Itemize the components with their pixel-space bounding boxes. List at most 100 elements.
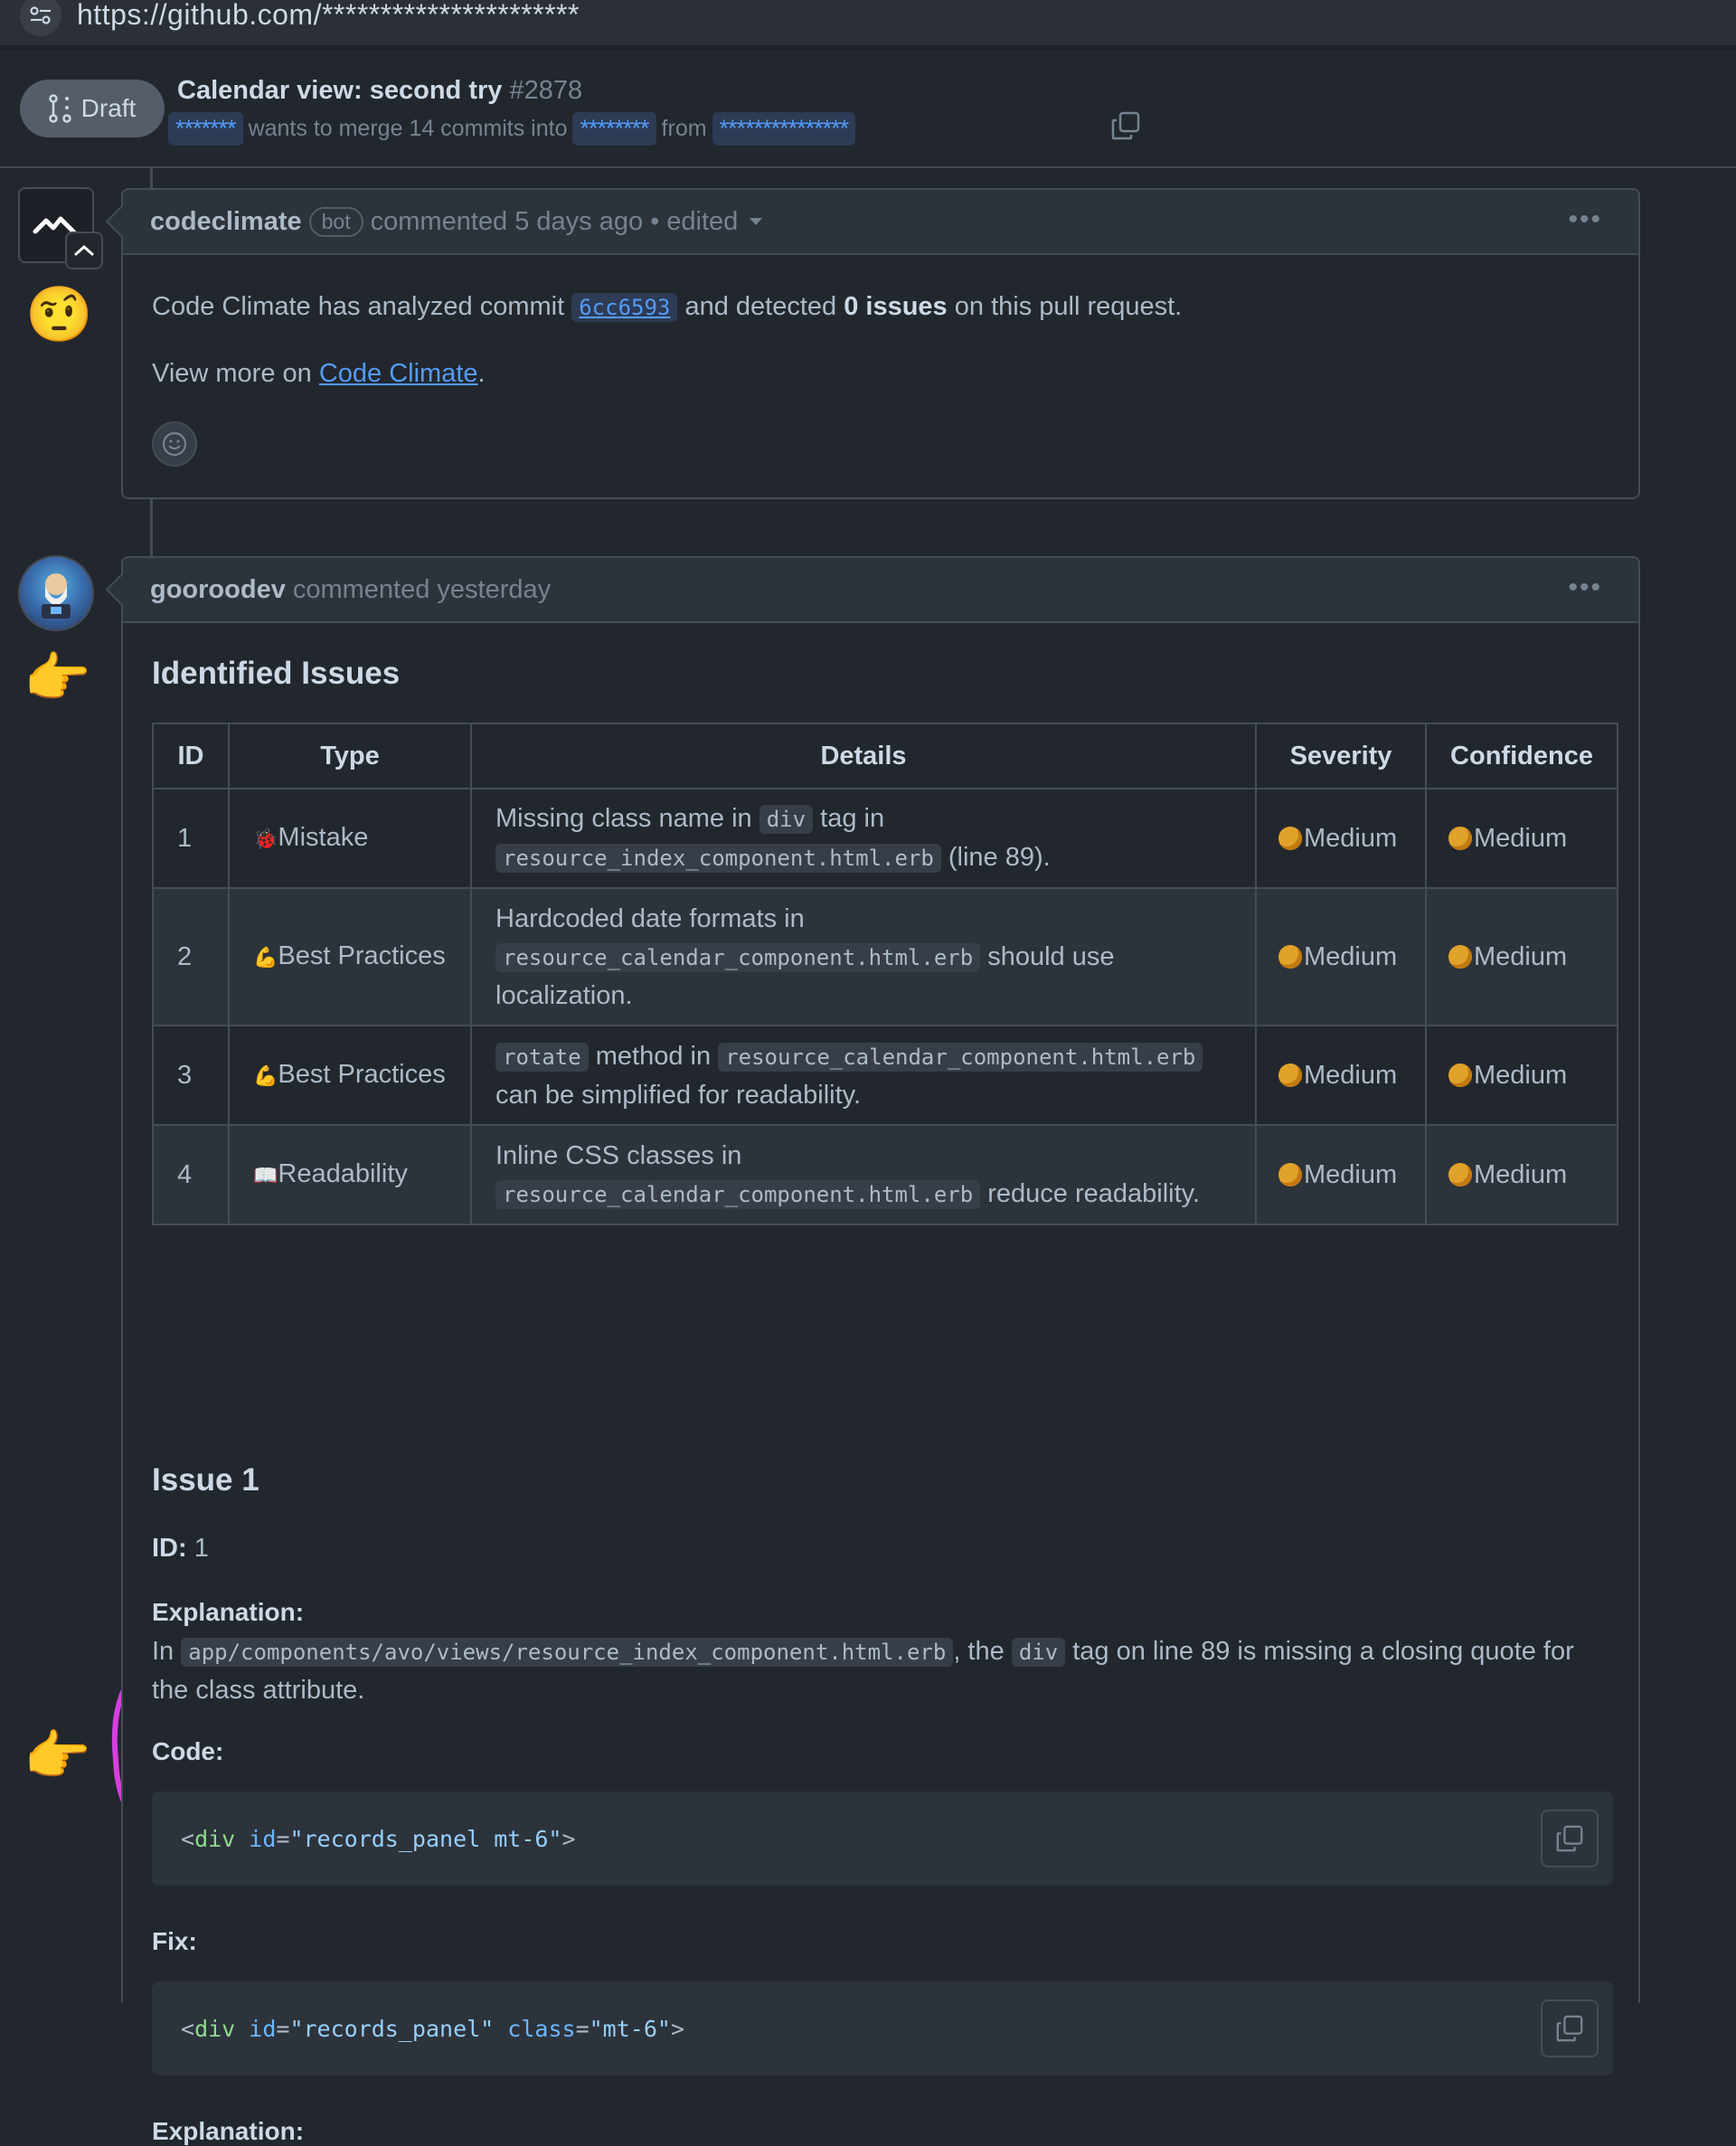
pointing-hand-emoji: 👉: [24, 648, 91, 708]
details-text: can be simplified for readability.: [495, 1080, 862, 1110]
smiley-icon: [162, 431, 187, 457]
severity-value: Medium: [1304, 942, 1398, 971]
orange-circle-icon: [1448, 945, 1472, 969]
site-settings-icon[interactable]: [20, 0, 61, 36]
comment-header: codeclimate bot commented 5 days ago • e…: [105, 190, 1638, 255]
inline-code: resource_calendar_component.html.erb: [718, 1042, 1203, 1072]
col-header-id: ID: [152, 723, 230, 789]
confidence-value: Medium: [1474, 1061, 1568, 1090]
cell-details: Missing class name in div tag in resourc…: [470, 788, 1257, 889]
issue-id-line: ID: 1: [152, 1529, 209, 1567]
pr-number: #2878: [509, 76, 583, 105]
details-text: tag in: [813, 804, 885, 833]
cell-confidence: Medium: [1425, 1124, 1618, 1225]
timeline-line: [150, 168, 153, 190]
comment-codeclimate: codeclimate bot commented 5 days ago • e…: [105, 188, 1640, 499]
fix-label: Fix:: [152, 1927, 197, 1955]
comment-body-line2: View more on Code Climate.: [152, 355, 486, 392]
kebab-menu-icon[interactable]: •••: [1568, 572, 1602, 603]
cell-id: 1: [152, 788, 230, 889]
cell-confidence: Medium: [1425, 1025, 1618, 1126]
comment-gooroodev: gooroodev commented yesterday ••• Identi…: [105, 556, 1640, 2145]
bot-badge: bot: [308, 206, 363, 237]
comment-author[interactable]: gooroodev: [150, 575, 286, 605]
commit-sha-link[interactable]: 6cc6593: [571, 293, 678, 322]
body-text: In: [152, 1637, 175, 1666]
code-climate-link[interactable]: Code Climate: [319, 359, 478, 388]
body-text: Code Climate has analyzed commit: [152, 292, 565, 321]
triangle-down-icon[interactable]: [749, 217, 763, 226]
pointing-hand-emoji: 👉: [24, 1725, 91, 1786]
from-text: from: [661, 116, 707, 141]
cell-type: 📖Readability: [228, 1124, 472, 1225]
code-label: Code:: [152, 1737, 224, 1765]
comment-pointer: [105, 572, 139, 607]
inline-code: rotate: [495, 1042, 589, 1072]
identified-issues-heading: Identified Issues: [152, 656, 401, 691]
url-field[interactable]: https://github.com/*********************…: [77, 0, 580, 32]
details-text: method in: [588, 1041, 719, 1071]
orange-circle-icon: [1278, 827, 1302, 850]
comment-timestamp[interactable]: commented 5 days ago: [371, 207, 643, 237]
pr-merge-summary: ******* wants to merge 14 commits into *…: [168, 112, 856, 146]
copy-code-button[interactable]: [1541, 1810, 1599, 1867]
cell-confidence: Medium: [1425, 887, 1618, 1026]
orange-circle-icon: [1278, 945, 1302, 969]
kebab-menu-icon[interactable]: •••: [1568, 204, 1602, 235]
code-line: <div id="records_panel mt-6">: [181, 1825, 576, 1852]
type-label: Mistake: [278, 823, 369, 852]
base-branch-link[interactable]: ********: [572, 112, 656, 146]
cell-severity: Medium: [1255, 1025, 1427, 1126]
issues-count: 0 issues: [844, 292, 948, 321]
comment-header: gooroodev commented yesterday •••: [105, 558, 1638, 623]
avatar-gooroodev[interactable]: [18, 555, 94, 631]
body-text: on this pull request.: [954, 292, 1183, 321]
add-reaction-button[interactable]: [152, 421, 197, 467]
orange-circle-icon: [1448, 1163, 1472, 1186]
severity-value: Medium: [1304, 1061, 1398, 1090]
codeclimate-small-logo: [65, 232, 103, 269]
details-text: Missing class name in: [495, 804, 760, 833]
col-header-details: Details: [470, 723, 1257, 789]
cell-severity: Medium: [1255, 887, 1427, 1026]
copy-fix-button[interactable]: [1541, 1999, 1599, 2057]
cell-type: 💪Best Practices: [228, 1025, 472, 1126]
table-row: 3 💪Best Practices rotate method in resourc…: [152, 1025, 1618, 1126]
edited-dropdown[interactable]: edited: [666, 207, 738, 237]
type-label: Readability: [278, 1159, 408, 1188]
body-text: , the: [953, 1637, 1005, 1666]
id-value: 1: [193, 1534, 209, 1563]
explanation-label-2: Explanation:: [152, 2117, 305, 2145]
comment-pointer: [105, 204, 139, 239]
copy-branch-icon[interactable]: [1110, 110, 1141, 146]
tag-code: div: [1011, 1638, 1066, 1667]
pr-header: [0, 51, 1736, 168]
col-header-type: Type: [228, 723, 472, 789]
comment-author[interactable]: codeclimate: [150, 207, 302, 237]
cell-severity: Medium: [1255, 1124, 1427, 1225]
type-emoji-icon: 📖: [253, 1164, 278, 1186]
details-text: Hardcoded date formats in: [495, 903, 805, 933]
cell-severity: Medium: [1255, 788, 1427, 889]
inline-code: div: [759, 805, 814, 834]
pr-author-link[interactable]: *******: [168, 112, 243, 146]
body-text: View more on: [152, 359, 312, 388]
browser-address-bar: https://github.com/*********************…: [0, 0, 1736, 51]
comment-timestamp[interactable]: commented yesterday: [293, 575, 551, 605]
cell-details: rotate method in resource_calendar_compo…: [470, 1025, 1257, 1126]
draft-status-badge: Draft: [20, 80, 165, 137]
orange-circle-icon: [1448, 827, 1472, 850]
severity-value: Medium: [1304, 1160, 1398, 1189]
table-row: 4 📖Readability Inline CSS classes in resou…: [152, 1124, 1618, 1225]
issues-table: ID Type Details Severity Confidence 1 🐞Mi…: [152, 723, 1618, 1225]
cell-details: Hardcoded date formats in resource_calen…: [470, 887, 1257, 1026]
explanation-label: Explanation:: [152, 1598, 305, 1626]
orange-circle-icon: [1278, 1064, 1302, 1087]
pr-title-text: Calendar view: second try: [177, 76, 503, 105]
table-header-row: ID Type Details Severity Confidence: [152, 723, 1618, 789]
cell-id: 3: [152, 1025, 230, 1126]
cell-type: 🐞Mistake: [228, 788, 472, 889]
merge-text: wants to merge 14 commits into: [248, 116, 568, 141]
head-branch-link[interactable]: ***************: [712, 112, 856, 146]
code-line: <div id="records_panel" class="mt-6">: [181, 2015, 684, 2042]
